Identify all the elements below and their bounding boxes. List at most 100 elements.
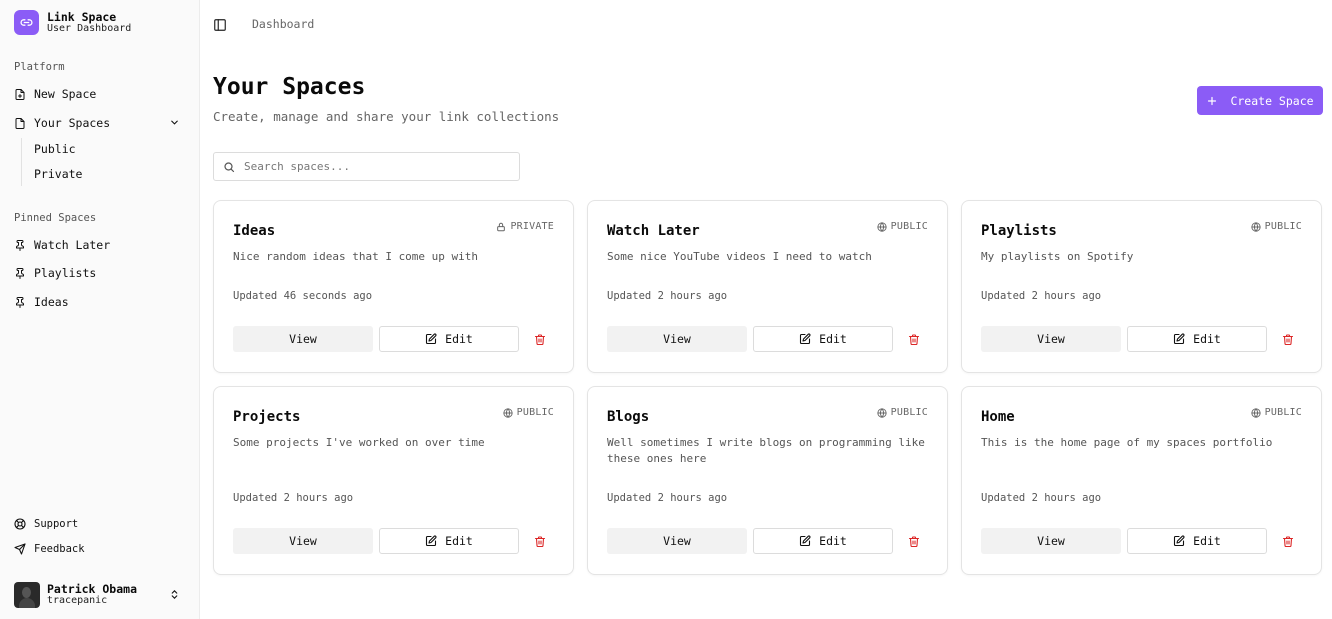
visibility-label: PUBLIC bbox=[1264, 221, 1302, 232]
panel-left-icon bbox=[214, 19, 226, 31]
view-button[interactable]: View bbox=[981, 326, 1121, 352]
brand-title: Link Space bbox=[47, 9, 117, 24]
card-updated: Updated 46 seconds ago bbox=[233, 290, 373, 302]
chevrons-up-down-icon bbox=[171, 590, 178, 599]
life-buoy-icon bbox=[14, 518, 26, 530]
pinned-item-label: Watch Later bbox=[34, 238, 111, 252]
page-subtitle: Create, manage and share your link colle… bbox=[213, 109, 560, 124]
trash-icon bbox=[534, 333, 546, 345]
pinned-item-label: Playlists bbox=[34, 266, 97, 280]
edit-button[interactable]: Edit bbox=[753, 326, 893, 352]
pinned-item-label: Ideas bbox=[34, 295, 69, 309]
search-icon bbox=[224, 161, 235, 172]
view-button[interactable]: View bbox=[233, 528, 373, 554]
pinned-item-watch-later[interactable]: Watch Later bbox=[14, 234, 186, 256]
edit-button[interactable]: Edit bbox=[379, 528, 519, 554]
trash-icon bbox=[908, 535, 920, 547]
edit-button[interactable]: Edit bbox=[1127, 326, 1267, 352]
globe-icon bbox=[877, 407, 887, 418]
create-space-button[interactable]: Create Space bbox=[1197, 86, 1323, 115]
space-card: Ideas PRIVATE Nice random ideas that I c… bbox=[213, 200, 574, 373]
delete-button[interactable] bbox=[532, 331, 548, 347]
card-updated: Updated 2 hours ago bbox=[233, 492, 354, 504]
page-title: Your Spaces bbox=[213, 74, 366, 100]
edit-label: Edit bbox=[819, 534, 847, 548]
trash-icon bbox=[1282, 535, 1294, 547]
card-title: Blogs bbox=[607, 409, 650, 425]
globe-icon bbox=[503, 407, 513, 418]
support-link[interactable]: Support bbox=[14, 518, 78, 530]
edit-icon bbox=[800, 535, 811, 547]
delete-button[interactable] bbox=[1280, 533, 1296, 549]
edit-icon bbox=[1174, 333, 1185, 345]
pin-icon bbox=[16, 296, 24, 308]
feedback-link[interactable]: Feedback bbox=[14, 543, 85, 555]
feedback-label: Feedback bbox=[34, 543, 85, 555]
pin-icon bbox=[16, 267, 24, 279]
card-description: Nice random ideas that I come up with bbox=[233, 250, 479, 263]
card-description: Well sometimes I write blogs on programm… bbox=[607, 436, 925, 465]
file-plus-icon bbox=[15, 88, 25, 100]
chevron-down-icon bbox=[171, 120, 178, 125]
sidebar-subitem-private[interactable]: Private bbox=[34, 167, 82, 181]
visibility-badge: PUBLIC bbox=[1251, 407, 1302, 418]
visibility-label: PUBLIC bbox=[1264, 407, 1302, 418]
card-title: Playlists bbox=[981, 223, 1057, 239]
view-button[interactable]: View bbox=[607, 528, 747, 554]
edit-label: Edit bbox=[1193, 534, 1221, 548]
card-updated: Updated 2 hours ago bbox=[981, 492, 1102, 504]
space-card: Home PUBLIC This is the home page of my … bbox=[961, 386, 1322, 575]
edit-label: Edit bbox=[819, 332, 847, 346]
space-card: Watch Later PUBLIC Some nice YouTube vid… bbox=[587, 200, 948, 373]
edit-icon bbox=[426, 535, 437, 547]
visibility-label: PUBLIC bbox=[890, 407, 928, 418]
visibility-badge: PRIVATE bbox=[496, 221, 554, 232]
visibility-badge: PUBLIC bbox=[877, 221, 928, 232]
edit-button[interactable]: Edit bbox=[1127, 528, 1267, 554]
breadcrumb[interactable]: Dashboard bbox=[252, 17, 314, 31]
file-icon bbox=[15, 117, 25, 129]
visibility-badge: PUBLIC bbox=[877, 407, 928, 418]
sidebar-item-new-space[interactable]: New Space bbox=[14, 83, 186, 105]
card-updated: Updated 2 hours ago bbox=[981, 290, 1102, 302]
trash-icon bbox=[1282, 333, 1294, 345]
platform-label: Platform bbox=[14, 61, 65, 73]
sidebar-toggle-button[interactable] bbox=[213, 17, 227, 36]
user-handle: tracepanic bbox=[47, 595, 108, 606]
delete-button[interactable] bbox=[906, 331, 922, 347]
avatar bbox=[14, 582, 40, 608]
send-icon bbox=[14, 543, 26, 555]
sidebar-item-your-spaces[interactable]: Your Spaces bbox=[14, 112, 186, 134]
card-description: This is the home page of my spaces portf… bbox=[981, 436, 1273, 449]
pin-icon bbox=[16, 239, 24, 251]
edit-button[interactable]: Edit bbox=[753, 528, 893, 554]
user-menu[interactable]: Patrick Obama tracepanic bbox=[14, 581, 186, 609]
link-icon bbox=[14, 10, 39, 35]
view-button[interactable]: View bbox=[233, 326, 373, 352]
edit-label: Edit bbox=[445, 332, 473, 346]
card-title: Home bbox=[981, 409, 1015, 425]
submenu-divider bbox=[21, 138, 22, 186]
sidebar-item-label: Your Spaces bbox=[34, 116, 111, 130]
search-input[interactable] bbox=[244, 160, 504, 173]
brand[interactable]: Link Space User Dashboard bbox=[14, 10, 131, 35]
card-updated: Updated 2 hours ago bbox=[607, 290, 728, 302]
sidebar-subitem-public[interactable]: Public bbox=[34, 142, 76, 156]
space-card: Projects PUBLIC Some projects I've worke… bbox=[213, 386, 574, 575]
card-description: My playlists on Spotify bbox=[981, 250, 1134, 263]
globe-icon bbox=[1251, 221, 1261, 232]
delete-button[interactable] bbox=[532, 533, 548, 549]
delete-button[interactable] bbox=[1280, 331, 1296, 347]
trash-icon bbox=[908, 333, 920, 345]
edit-button[interactable]: Edit bbox=[379, 326, 519, 352]
view-button[interactable]: View bbox=[607, 326, 747, 352]
card-updated: Updated 2 hours ago bbox=[607, 492, 728, 504]
pinned-item-playlists[interactable]: Playlists bbox=[14, 262, 186, 284]
edit-label: Edit bbox=[1193, 332, 1221, 346]
support-label: Support bbox=[34, 518, 79, 530]
view-button[interactable]: View bbox=[981, 528, 1121, 554]
pinned-item-ideas[interactable]: Ideas bbox=[14, 291, 186, 313]
globe-icon bbox=[1251, 407, 1261, 418]
search-box[interactable] bbox=[213, 152, 520, 181]
delete-button[interactable] bbox=[906, 533, 922, 549]
